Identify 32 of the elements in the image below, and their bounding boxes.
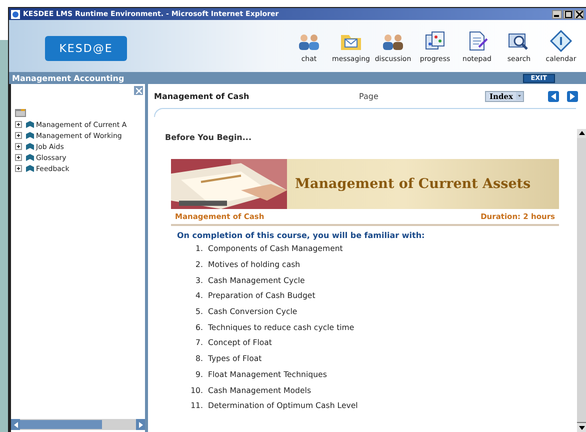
page-label: Page (359, 92, 380, 100)
vertical-scrollbar[interactable] (577, 129, 586, 432)
down-arrow-icon (578, 426, 584, 430)
expand-toggle[interactable] (15, 121, 22, 128)
next-button[interactable] (567, 90, 578, 102)
maximize-button[interactable] (563, 10, 573, 18)
close-button[interactable] (574, 10, 584, 18)
right-arrow-icon (138, 422, 142, 428)
logo: KESD@E (45, 36, 127, 60)
browser-icon (11, 10, 20, 18)
expand-toggle[interactable] (15, 132, 22, 139)
previous-button[interactable] (548, 90, 559, 102)
right-arrow-icon (570, 92, 575, 100)
expand-toggle[interactable] (15, 154, 22, 161)
calendar-icon (549, 30, 573, 52)
chart-icon (423, 30, 447, 52)
minimize-button[interactable] (552, 10, 562, 18)
caret-icon (516, 92, 523, 100)
left-arrow-icon (551, 92, 556, 100)
close-icon (576, 10, 582, 18)
folder-icon (15, 109, 26, 117)
up-arrow-icon (578, 131, 584, 136)
page-title: Management of Cash (154, 92, 250, 100)
course-title: Management Accounting (12, 74, 124, 82)
left-arrow-icon (14, 422, 18, 428)
expand-toggle[interactable] (15, 165, 22, 172)
maximize-icon (564, 10, 572, 18)
section-heading: Before You Begin... (165, 133, 252, 142)
horizontal-scrollbar[interactable] (11, 419, 145, 430)
expand-toggle[interactable] (15, 143, 22, 150)
intro-text: On completion of this course, you will be familiar with: (177, 231, 426, 240)
banner-title: Management of Current Assets (294, 175, 532, 194)
